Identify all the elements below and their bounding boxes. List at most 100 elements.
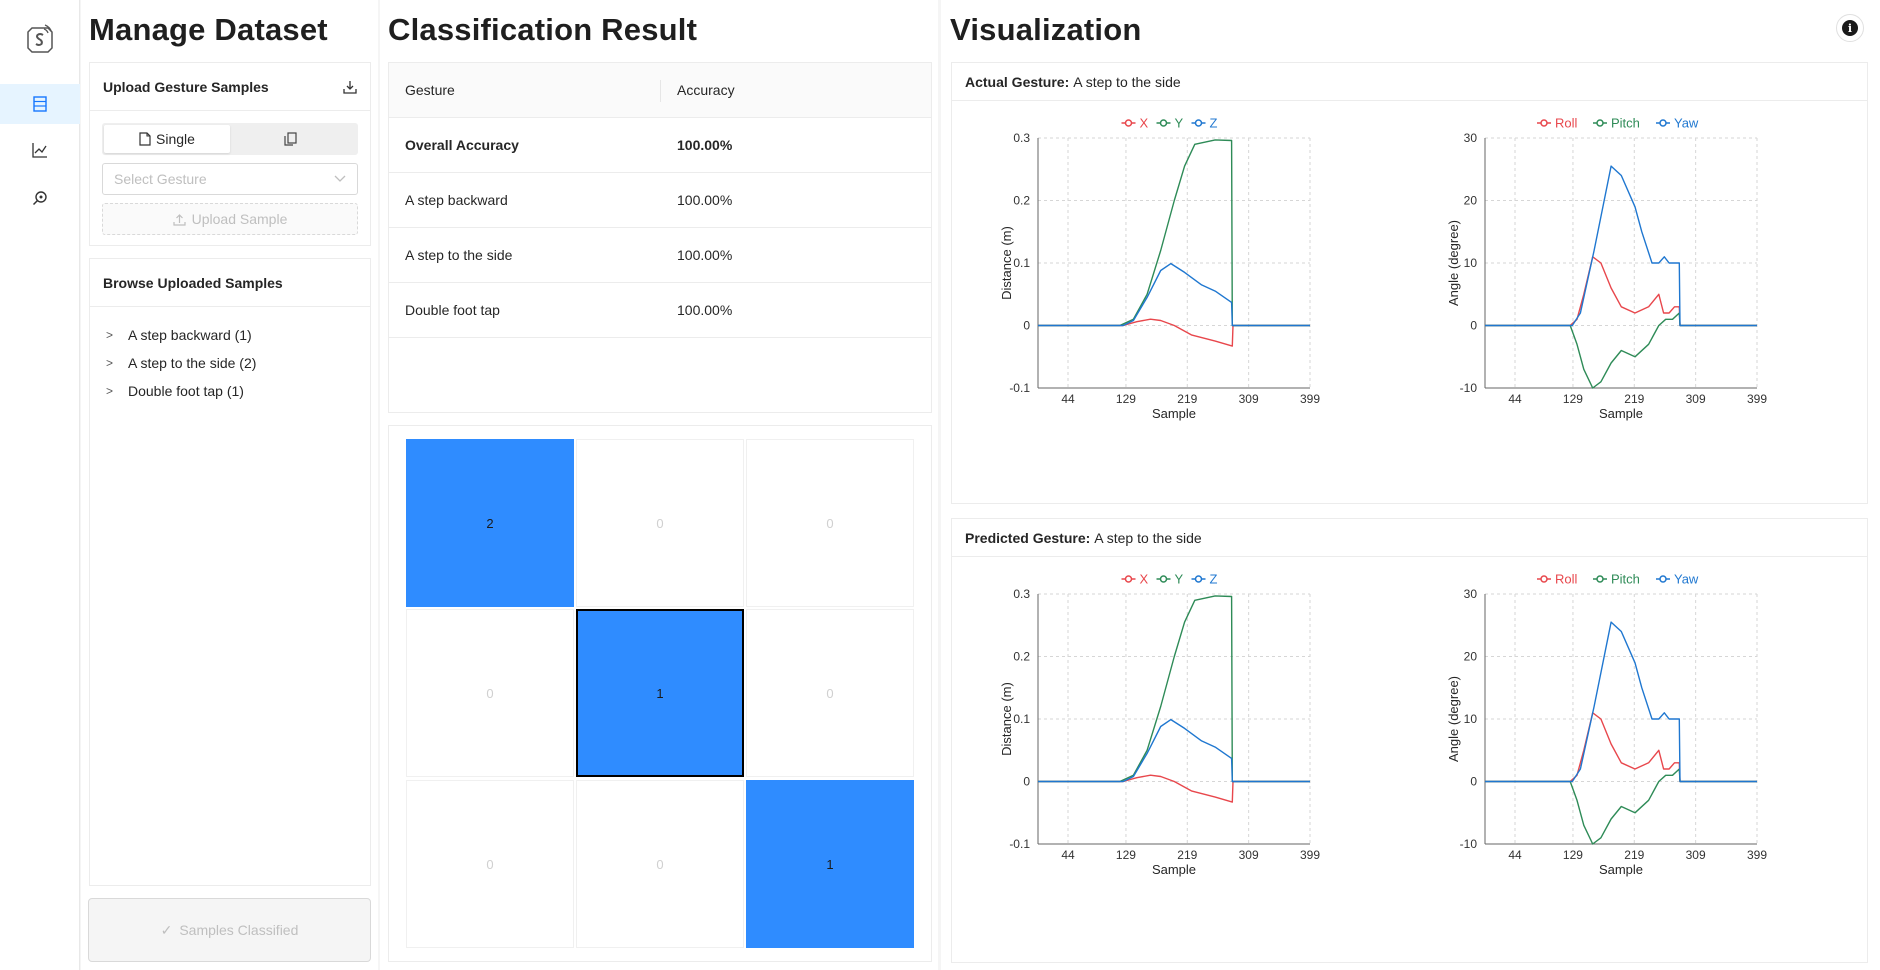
upload-sample-button[interactable]: Upload Sample	[102, 203, 358, 235]
legend-marker	[1159, 575, 1168, 583]
actual-gesture-label: Actual Gesture:	[965, 73, 1070, 90]
mode-single-label: Single	[156, 131, 195, 147]
matrix-cell[interactable]: 2	[406, 439, 574, 607]
series-line-roll	[1485, 712, 1757, 783]
actual-gesture-card: Actual Gesture: A step to the side -0.1 0…	[951, 62, 1868, 504]
y-tick-label: -10	[1460, 837, 1478, 851]
predicted-gesture-header: Predicted Gesture: A step to the side	[952, 519, 1867, 557]
accuracy-table: Gesture Accuracy Overall Accuracy 100.00…	[388, 62, 932, 413]
actual-gesture-header: Actual Gesture: A step to the side	[952, 63, 1867, 101]
file-icon	[139, 132, 151, 146]
x-tick-label: 219	[1624, 392, 1644, 406]
y-tick-label: 0.1	[1013, 712, 1030, 726]
x-axis-label: Sample	[1152, 406, 1196, 421]
x-tick-label: 44	[1508, 848, 1522, 862]
legend-label: Z	[1210, 116, 1218, 131]
nav-charts[interactable]	[0, 130, 80, 170]
y-tick-label: 10	[1464, 712, 1478, 726]
x-tick-label: 399	[1747, 848, 1767, 862]
series-line-x	[1038, 318, 1310, 347]
nav-search[interactable]	[0, 178, 80, 218]
y-tick-label: 0	[1023, 775, 1030, 789]
legend-label: Roll	[1555, 116, 1578, 131]
classification-panel: Classification Result Gesture Accuracy O…	[380, 0, 938, 970]
accuracy-cell: 100.00%	[677, 192, 733, 208]
files-copy-icon	[284, 132, 297, 146]
page-title: Manage Dataset	[89, 12, 328, 47]
legend-marker	[1124, 119, 1133, 127]
info-button[interactable]: i	[1836, 14, 1864, 42]
legend-label: Roll	[1555, 572, 1578, 587]
matrix-cell[interactable]: 0	[406, 609, 574, 777]
series-line-roll	[1485, 256, 1757, 327]
tree-item[interactable]: > A step backward (1)	[106, 321, 256, 349]
x-tick-label: 309	[1239, 392, 1259, 406]
gesture-cell: Overall Accuracy	[405, 137, 519, 153]
legend-label: Yaw	[1674, 116, 1699, 131]
matrix-cell[interactable]: 0	[576, 780, 744, 948]
series-line-pitch	[1485, 768, 1757, 845]
nav-dataset[interactable]	[0, 84, 80, 124]
legend-label: X	[1140, 116, 1149, 131]
manage-dataset-panel: Manage Dataset Upload Gesture Samples Si…	[81, 0, 378, 970]
tree-item[interactable]: > A step to the side (2)	[106, 349, 256, 377]
confusion-matrix: 2 0 0 0 1 0 0 0 1	[388, 425, 932, 962]
browse-card-header: Browse Uploaded Samples	[90, 259, 370, 307]
matrix-cell[interactable]: 0	[746, 439, 914, 607]
legend-label: Y	[1175, 572, 1184, 587]
legend-label: Pitch	[1611, 572, 1640, 587]
y-tick-label: 10	[1464, 256, 1478, 270]
y-tick-label: -10	[1460, 381, 1478, 395]
x-tick-label: 129	[1563, 848, 1583, 862]
upload-card: Upload Gesture Samples Single Select Ges…	[89, 62, 371, 246]
matrix-cell[interactable]: 0	[406, 780, 574, 948]
series-line-yaw	[1485, 165, 1757, 327]
actual-position-chart: -0.1 0 0.1 0.2 0.3 44 129 219 309 399 Sample Distan…	[999, 116, 1320, 422]
legend-marker	[1540, 119, 1548, 127]
x-tick-label: 44	[1508, 392, 1522, 406]
mode-multiple-option[interactable]	[230, 125, 356, 153]
y-axis-label: Angle (degree)	[1446, 676, 1461, 762]
gesture-column-header[interactable]: Gesture	[389, 63, 661, 117]
x-tick-label: 399	[1300, 848, 1320, 862]
tree-item[interactable]: > Double foot tap (1)	[106, 377, 256, 405]
x-tick-label: 309	[1239, 848, 1259, 862]
y-tick-label: 0.1	[1013, 256, 1030, 270]
legend-marker	[1194, 575, 1203, 583]
samples-classified-button[interactable]: ✓ Samples Classified	[88, 898, 371, 962]
matrix-cell[interactable]: 0	[576, 439, 744, 607]
legend-marker	[1659, 575, 1667, 583]
y-tick-label: 0	[1023, 319, 1030, 333]
mode-single-option[interactable]: Single	[104, 125, 230, 153]
y-tick-label: 0	[1470, 775, 1477, 789]
dataset-icon	[33, 96, 47, 112]
legend-marker	[1596, 575, 1604, 583]
y-tick-label: 30	[1464, 587, 1478, 601]
y-tick-label: 20	[1464, 194, 1478, 208]
y-tick-label: 0	[1470, 319, 1477, 333]
matrix-cell-selected[interactable]: 1	[576, 609, 744, 777]
predicted-gesture-card: Predicted Gesture: A step to the side -0…	[951, 518, 1868, 963]
y-axis-label: Distance (m)	[999, 226, 1014, 300]
gesture-select[interactable]: Select Gesture	[102, 163, 358, 195]
actual-gesture-value: A step to the side	[1073, 73, 1181, 90]
x-axis-label: Sample	[1152, 862, 1196, 877]
matrix-cell[interactable]: 1	[746, 780, 914, 948]
series-line-y	[1038, 139, 1310, 327]
download-icon[interactable]	[343, 80, 357, 94]
legend-marker	[1540, 575, 1548, 583]
matrix-cell[interactable]: 0	[746, 609, 914, 777]
predicted-position-chart: -0.1 0 0.1 0.2 0.3 44 129 219 309 399 Sample Distan…	[999, 572, 1320, 878]
info-icon: i	[1842, 20, 1858, 36]
table-row: A step to the side 100.00%	[389, 228, 931, 283]
accuracy-cell: 100.00%	[677, 137, 733, 153]
accuracy-column-header[interactable]: Accuracy	[661, 82, 735, 98]
sample-tree: > A step backward (1) > A step to the side…	[106, 321, 256, 405]
gesture-select-placeholder: Select Gesture	[114, 171, 207, 187]
accuracy-cell: 100.00%	[677, 302, 733, 318]
chart-icon	[32, 143, 47, 158]
predicted-rotation-chart: -10 0 10 20 30 44 129 219 309 399 Sample Angle (deg…	[1446, 572, 1767, 878]
y-tick-label: 30	[1464, 131, 1478, 145]
accuracy-cell: 100.00%	[677, 247, 733, 263]
classification-title: Classification Result	[388, 12, 698, 47]
